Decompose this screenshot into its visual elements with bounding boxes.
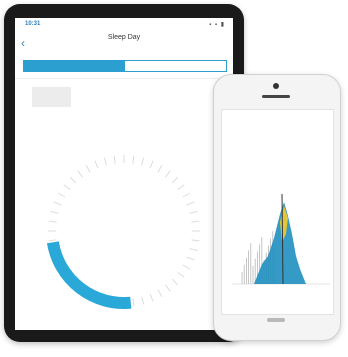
ring-tick [189,210,198,214]
ring-tick [94,160,99,169]
ring-tick [53,201,62,206]
ring-tick [141,296,145,305]
ring-tick [177,271,185,278]
ring-tick [186,256,195,261]
ring-tick [141,157,145,166]
ring-tick [48,220,57,223]
speaker-grille [262,95,290,98]
phone-navigation-bar [222,110,333,124]
sleep-distribution-chart [232,193,330,285]
home-indicator [267,318,285,322]
ring-tick [50,210,59,214]
tablet-device: 10:31 ▪ ▪ ▮ ‹ Sleep Day [4,4,244,342]
ring-tick [85,164,91,173]
phone-device [213,74,341,341]
ring-tick [177,184,185,191]
sleep-arc [46,241,132,309]
camera-icon [273,83,279,89]
ring-tick [149,160,154,169]
ring-tick [157,164,163,173]
ring-tick [157,289,163,298]
ring-tick [48,239,57,242]
ring-tick [149,293,154,302]
ring-tick [132,155,135,164]
phone-screen [221,109,334,315]
ring-tick [191,239,200,242]
ring-tick [63,184,71,191]
ring-tick [132,298,135,307]
tablet-screen: 10:31 ▪ ▪ ▮ ‹ Sleep Day [15,18,233,330]
ring-tick [182,264,191,270]
ring-tick [182,192,191,198]
ring-tick [171,176,179,184]
ring-tick [191,220,200,223]
sleep-ring-chart [46,155,200,309]
ring-tick [57,192,66,198]
ring-tick [103,157,107,166]
ring-tick [77,170,84,178]
ring-tick [164,284,171,292]
ring-tick [113,155,116,164]
ring-tick [164,170,171,178]
ring-tick [189,248,198,252]
ring-tick [171,278,179,286]
ring-tick [186,201,195,206]
ring-tick [69,176,77,184]
